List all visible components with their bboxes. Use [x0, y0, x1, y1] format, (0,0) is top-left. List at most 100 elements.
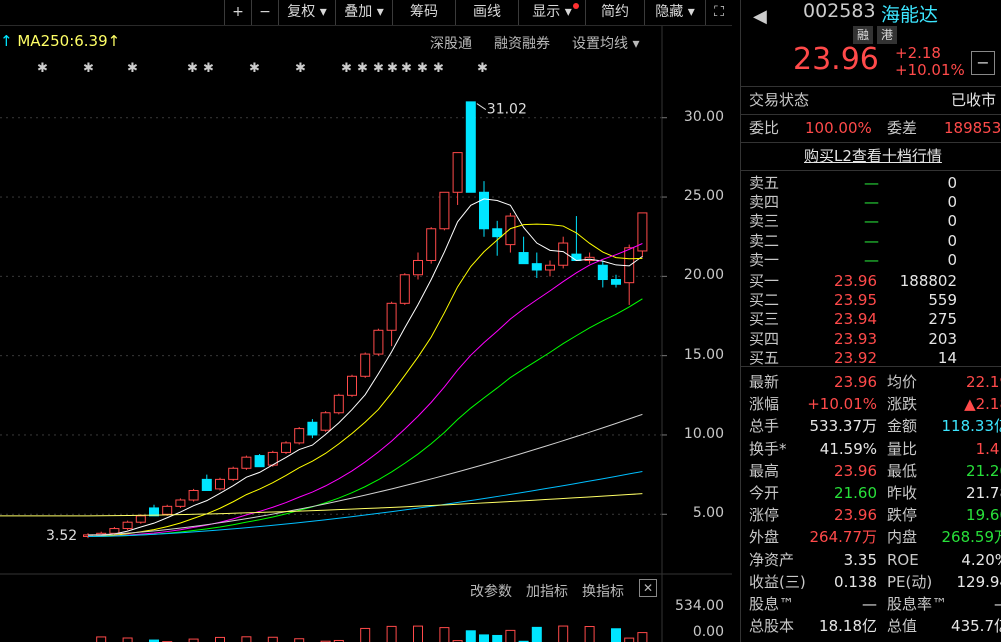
- stat-l1: 今开: [749, 484, 780, 502]
- candle-body: [452, 152, 463, 193]
- ask-level: 0: [947, 231, 957, 250]
- candle-body: [241, 456, 252, 469]
- volume-bar: [96, 636, 107, 642]
- event-marker: ✱: [37, 61, 48, 76]
- event-marker: ✱: [187, 61, 198, 76]
- ask-level: —: [864, 231, 879, 250]
- candle-body: [386, 302, 397, 331]
- stat-v1: 23.96: [834, 506, 877, 525]
- bid-level: 14: [937, 348, 957, 367]
- switch-indicator-link[interactable]: 换指标: [582, 581, 624, 601]
- stat-l2: 总值: [887, 617, 918, 636]
- yincang-dropdown[interactable]: 隐藏 ▾: [644, 0, 705, 25]
- stat-l1: 涨幅: [749, 395, 780, 414]
- diejia-dropdown[interactable]: 叠加 ▾: [335, 0, 392, 25]
- candle-body: [531, 263, 542, 271]
- stat-v2: 21.78: [966, 484, 1001, 502]
- bid-level: 203: [928, 329, 957, 348]
- trade-status: 已收市: [951, 91, 997, 109]
- bid-level: 买五: [749, 348, 780, 367]
- stat-v1: +10.01%: [807, 395, 877, 414]
- event-marker: ✱: [401, 61, 412, 76]
- volume-bar: [215, 636, 225, 642]
- candle-body: [162, 505, 173, 515]
- candle-body: [281, 442, 291, 453]
- event-marker: ✱: [433, 61, 444, 76]
- xianshi-dropdown[interactable]: 显示 ▾: [518, 0, 585, 25]
- event-marker: ✱: [373, 61, 384, 76]
- trade-status-label: 交易状态: [749, 91, 810, 109]
- bid-level: 188802: [899, 272, 957, 290]
- price-tick-0: 30.00: [683, 108, 724, 125]
- fuquan-dropdown[interactable]: 复权 ▾: [278, 0, 335, 25]
- weibi-value: 100.00%: [805, 119, 872, 137]
- notification-dot: [573, 3, 579, 9]
- weicha-label: 委差: [887, 119, 918, 137]
- chouma-button[interactable]: 筹码: [392, 0, 455, 25]
- bid-level: 23.92: [834, 348, 877, 367]
- candle-body: [373, 329, 384, 355]
- fullscreen-icon[interactable]: ⛶: [705, 0, 732, 25]
- candle-body: [254, 455, 265, 468]
- event-marker: ✱: [477, 61, 488, 76]
- ask-level: —: [864, 193, 879, 212]
- price-change: +2.18: [895, 44, 941, 62]
- change-params-link[interactable]: 改参数: [470, 581, 512, 601]
- close-icon[interactable]: ✕: [639, 579, 657, 597]
- low-label: 3.52: [46, 528, 77, 544]
- candle-body: [228, 467, 239, 480]
- ma60-line: [87, 413, 643, 536]
- candle-body: [571, 253, 582, 261]
- event-marker: ✱: [203, 61, 214, 76]
- huaxian-button[interactable]: 画线: [455, 0, 518, 25]
- ask-level: 卖四: [749, 193, 780, 212]
- bid-level: 23.95: [834, 291, 877, 310]
- ma20-line: [87, 243, 643, 537]
- back-icon[interactable]: ◀: [753, 6, 767, 27]
- price-tick-3: 15.00: [683, 346, 724, 363]
- volume-bar: [624, 637, 635, 642]
- stat-v2: 129.94: [956, 572, 1001, 591]
- volume-tick-zero: 0.00: [692, 624, 724, 640]
- pct-change: +10.01%: [895, 61, 965, 79]
- stat-v2: 1.41: [975, 439, 1001, 458]
- stat-l1: 股息™: [749, 595, 795, 613]
- buy-l2-link[interactable]: 购买L2查看十档行情: [804, 147, 942, 166]
- ask-level: 0: [947, 193, 957, 212]
- candle-body: [518, 252, 529, 265]
- ask-level: 卖五: [749, 174, 780, 192]
- stat-v1: 3.35: [843, 550, 877, 569]
- bid-level: 23.94: [834, 310, 877, 329]
- candle-body: [465, 101, 476, 193]
- zoom-in-button[interactable]: +: [224, 0, 251, 25]
- stat-l2: 跌停: [887, 506, 918, 525]
- volume-bar: [267, 636, 278, 642]
- candle-body: [426, 228, 437, 261]
- remove-favorite-button[interactable]: −: [971, 51, 995, 75]
- stat-l2: 内盘: [887, 528, 918, 547]
- stat-v2: 19.60: [966, 506, 1001, 525]
- zoom-out-button[interactable]: −: [251, 0, 278, 25]
- stat-v2: 118.33亿: [941, 417, 1001, 436]
- peak-label: 31.02: [487, 102, 527, 118]
- jianyue-button[interactable]: 简约: [585, 0, 644, 25]
- candle-body: [399, 274, 410, 304]
- bid-level: 275: [928, 310, 957, 329]
- ask-level: 卖一: [749, 250, 780, 269]
- volume-bar: [465, 630, 476, 642]
- volume-bar: [122, 637, 133, 642]
- stat-l1: 净资产: [749, 550, 795, 569]
- ask-level: 卖三: [749, 212, 780, 231]
- candle-body: [597, 264, 608, 281]
- candle-body: [360, 353, 371, 377]
- candle-body: [135, 515, 146, 523]
- weicha-value: 189853: [944, 119, 1001, 137]
- bid-level: 买三: [749, 310, 780, 329]
- ask-level: —: [864, 212, 879, 231]
- add-indicator-link[interactable]: 加指标: [526, 581, 568, 601]
- ma30-line: [87, 298, 643, 537]
- stat-l2: 涨跌: [887, 395, 918, 414]
- stat-v1: —: [862, 595, 877, 613]
- candle-body: [439, 191, 450, 230]
- kline-chart[interactable]: ↑ MA250:6.39↑ 深股通 融资融券 设置均线 ▾ 31.02 3.52 ✱…: [0, 26, 732, 642]
